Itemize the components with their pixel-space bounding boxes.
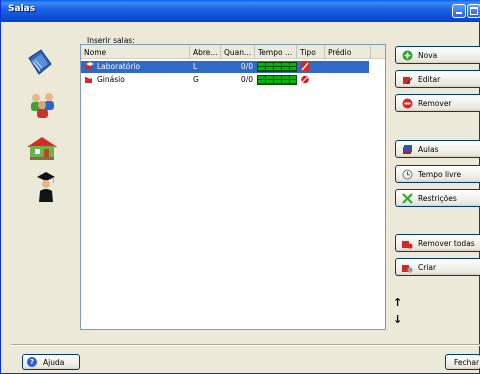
move-down-button[interactable]: ↓: [393, 313, 402, 326]
footer-separator: [11, 344, 480, 346]
table-row[interactable]: Laboratório L 0/0: [81, 61, 369, 73]
room-name: Laboratório: [97, 62, 141, 71]
close-button[interactable]: Fechar: [445, 354, 480, 370]
clock-icon: [402, 169, 413, 180]
room-quant: 0/0: [240, 75, 253, 84]
help-icon: ?: [27, 357, 37, 367]
tempo-meter: [257, 62, 297, 72]
remover-button[interactable]: Remover: [395, 94, 480, 112]
create-icon: [402, 263, 413, 273]
pencil-icon: [301, 62, 309, 71]
graduate-icon: [37, 172, 55, 202]
restricoes-button[interactable]: Restrições: [395, 189, 480, 207]
tempo-livre-button[interactable]: Tempo livre: [395, 165, 480, 183]
maximize-icon: [470, 7, 478, 15]
column-header-quant[interactable]: Quan...: [221, 45, 255, 59]
list-header: Nome Abre... Quan... Tempo ... Tipo Préd…: [81, 45, 385, 59]
column-header-nome[interactable]: Nome: [81, 45, 190, 59]
table-row[interactable]: Ginásio G 0/0: [81, 74, 369, 86]
tempo-livre-label: Tempo livre: [418, 170, 462, 179]
book-icon: [28, 49, 52, 75]
title-bar: Salas: [1, 0, 480, 22]
aulas-label: Aulas: [418, 145, 439, 154]
criar-label: Criar: [418, 263, 437, 272]
remove-all-icon: [402, 239, 413, 249]
room-abrev: G: [193, 75, 199, 84]
window-title: Salas: [8, 4, 36, 14]
nova-button[interactable]: Nova: [395, 46, 480, 64]
school-building-icon: [27, 137, 57, 160]
remover-todas-button[interactable]: Remover todas: [395, 234, 480, 252]
help-label: Ajuda: [43, 358, 65, 367]
no-entry-icon: [301, 75, 309, 84]
room-abrev: L: [193, 62, 198, 71]
editar-button[interactable]: Editar: [395, 70, 480, 88]
criar-button[interactable]: Criar: [395, 258, 480, 276]
tempo-meter: [257, 75, 297, 85]
minimize-icon: [456, 12, 462, 14]
room-quant: 0/0: [240, 62, 253, 71]
editar-label: Editar: [418, 75, 441, 84]
column-header-predio[interactable]: Prédio: [325, 45, 371, 59]
room-icon: [85, 62, 94, 70]
remover-todas-label: Remover todas: [418, 239, 475, 248]
maximize-button[interactable]: [467, 4, 480, 18]
help-button[interactable]: ? Ajuda: [22, 354, 80, 370]
nova-label: Nova: [418, 51, 438, 60]
remover-label: Remover: [418, 99, 452, 108]
salas-window: Salas Inserir salas: Nome Abre... Quan..…: [0, 0, 480, 374]
column-header-tipo[interactable]: Tipo: [297, 45, 325, 59]
restricoes-label: Restrições: [418, 194, 457, 203]
column-header-abrev[interactable]: Abre...: [190, 45, 221, 59]
close-label: Fechar: [454, 358, 480, 367]
remove-icon: [402, 98, 413, 109]
aulas-button[interactable]: Aulas: [395, 140, 480, 158]
move-up-button[interactable]: ↑: [393, 296, 402, 309]
minimize-button[interactable]: [452, 4, 466, 18]
add-icon: [402, 50, 413, 61]
people-icon: [31, 93, 54, 118]
edit-room-icon: [403, 75, 413, 85]
lessons-icon: [403, 145, 412, 154]
restrictions-icon: [402, 193, 413, 204]
room-name: Ginásio: [97, 75, 125, 84]
column-header-tempo[interactable]: Tempo ...: [255, 45, 297, 59]
rooms-list[interactable]: Nome Abre... Quan... Tempo ... Tipo Préd…: [80, 44, 386, 330]
room-icon: [85, 75, 94, 83]
